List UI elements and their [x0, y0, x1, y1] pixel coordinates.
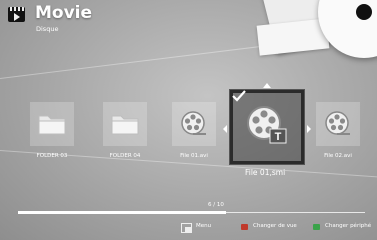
- list-item-file-02-avi[interactable]: File 02.avi: [316, 102, 366, 159]
- item-tile: [103, 102, 147, 146]
- background-disc: [318, 0, 377, 58]
- list-item-folder-04[interactable]: FOLDER 04: [103, 102, 153, 159]
- film-reel-icon: [325, 111, 350, 135]
- list-item-file-01-avi[interactable]: File 01.avi: [172, 102, 222, 159]
- background-paper: [256, 18, 330, 56]
- red-button-icon[interactable]: [241, 224, 248, 230]
- page-progress-fill: [18, 211, 227, 214]
- movie-clapper-icon: [8, 7, 25, 22]
- film-reel-subtitle-icon: T: [247, 106, 287, 144]
- item-label: FOLDER 03: [36, 153, 68, 159]
- change-view-label[interactable]: Changer de vue: [253, 223, 297, 229]
- item-label: FOLDER 04: [109, 153, 141, 159]
- folder-icon: [111, 115, 139, 135]
- item-label: File 01.avi: [180, 153, 208, 159]
- page-progress-bar: [18, 211, 365, 214]
- page-title: Movie: [35, 3, 93, 23]
- item-tile: [316, 102, 360, 146]
- svg-text:T: T: [275, 131, 282, 143]
- menu-label[interactable]: Menu: [196, 223, 211, 229]
- navigate-up-arrow-icon[interactable]: [263, 83, 271, 88]
- navigate-left-arrow-icon[interactable]: [223, 125, 227, 133]
- checkmark-icon: [232, 90, 246, 102]
- list-item-file-01-smi[interactable]: T File 01,smi: [230, 90, 304, 180]
- page-subtitle: Disque: [36, 25, 59, 33]
- item-tile: [172, 102, 216, 146]
- list-item-folder-03[interactable]: FOLDER 03: [30, 102, 80, 159]
- change-device-label[interactable]: Changer périphé: [325, 223, 371, 229]
- item-label: File 02.avi: [324, 153, 352, 159]
- media-browser-screen: Movie Disque FOLDER 03 FOLDER 04 File 01…: [0, 0, 377, 240]
- page-indicator: 6 / 10: [208, 202, 224, 208]
- folder-icon: [38, 115, 66, 135]
- item-label: File 01,smi: [245, 168, 286, 177]
- navigate-right-arrow-icon[interactable]: [307, 125, 311, 133]
- green-button-icon[interactable]: [313, 224, 320, 230]
- menu-icon[interactable]: [181, 223, 192, 233]
- item-tile: [30, 102, 74, 146]
- film-reel-icon: [181, 111, 206, 135]
